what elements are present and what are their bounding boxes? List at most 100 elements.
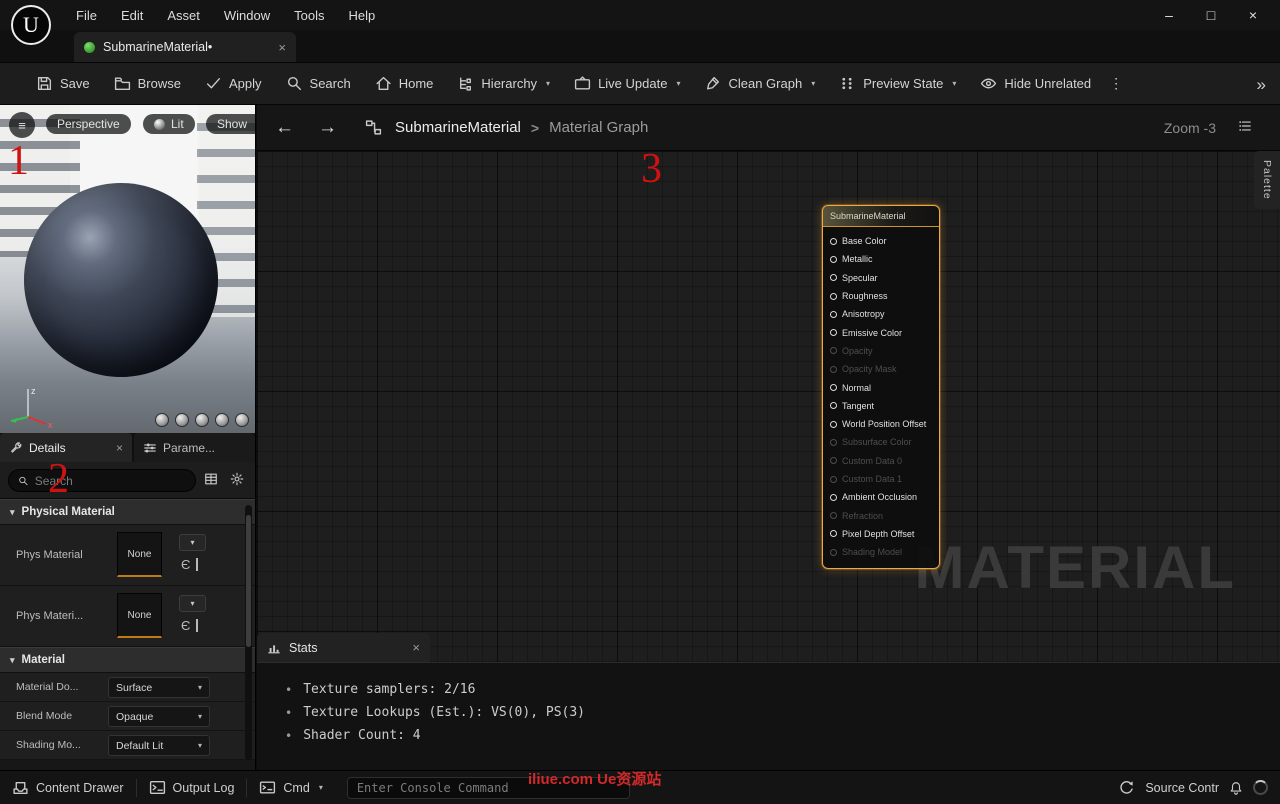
browse-button[interactable]: Browse	[102, 63, 193, 104]
hierarchy-button[interactable]: Hierarchy ▾	[445, 63, 562, 104]
blend-mode-dropdown[interactable]: Opaque ▾	[108, 706, 210, 727]
axis-gizmo: z x	[10, 386, 53, 430]
display-filter-button[interactable]	[204, 472, 218, 486]
phys-material-mask-asset-picker[interactable]: None	[117, 593, 162, 638]
back-button[interactable]: ←	[263, 117, 306, 139]
gear-icon	[230, 472, 244, 486]
pin-anisotropy[interactable]: Anisotropy	[823, 305, 939, 323]
tab-parameters[interactable]: Parame...	[134, 433, 255, 462]
material-result-node[interactable]: SubmarineMaterial Base Color Metallic Sp…	[822, 205, 940, 570]
preview-state-icon	[842, 77, 852, 90]
pin-circle-icon	[830, 384, 837, 392]
live-update-button[interactable]: Live Update ▾	[562, 63, 692, 104]
menu-window[interactable]: Window	[212, 4, 282, 27]
asset-dropdown-button[interactable]: ▾	[179, 534, 206, 551]
hide-unrelated-options-button[interactable]: ⋮	[1103, 75, 1129, 92]
list-icon	[1239, 121, 1251, 131]
menu-file[interactable]: File	[64, 4, 109, 27]
minimize-button[interactable]: –	[1148, 7, 1190, 23]
lit-mode-button[interactable]: Lit	[143, 114, 195, 134]
home-button[interactable]: Home	[363, 63, 446, 104]
phys-material-asset-picker[interactable]: None	[117, 532, 162, 577]
save-icon	[37, 76, 52, 91]
stats-panel: • Texture samplers: 2/16 • Texture Lookups…	[257, 662, 1280, 770]
parameters-tab-label: Parame...	[163, 440, 216, 455]
maximize-button[interactable]: □	[1190, 7, 1232, 23]
hierarchy-icon	[460, 77, 472, 91]
preview-shape-custom-button[interactable]	[235, 413, 249, 427]
unreal-logo-icon[interactable]: U	[11, 5, 51, 45]
cmd-dropdown-button[interactable]: Cmd ▾	[247, 771, 334, 804]
breadcrumb-root[interactable]: SubmarineMaterial	[395, 119, 521, 136]
pin-tangent[interactable]: Tangent	[823, 397, 939, 415]
preview-shape-cylinder-button[interactable]	[155, 413, 169, 427]
search-button[interactable]: Search	[274, 63, 363, 104]
pin-base-color[interactable]: Base Color	[823, 232, 939, 250]
pin-roughness[interactable]: Roughness	[823, 287, 939, 305]
clean-graph-button[interactable]: Clean Graph ▾	[692, 63, 827, 104]
apply-button[interactable]: Apply	[193, 63, 274, 104]
details-tab-close-icon[interactable]: ×	[116, 441, 123, 455]
pin-ambient-occlusion[interactable]: Ambient Occlusion	[823, 488, 939, 506]
pin-metallic[interactable]: Metallic	[823, 250, 939, 268]
property-label: Shading Mo...	[16, 739, 81, 751]
preview-state-button[interactable]: Preview State ▾	[827, 63, 968, 104]
node-pins: Base Color Metallic Specular Roughness A…	[823, 227, 939, 568]
bell-icon[interactable]	[1229, 781, 1243, 795]
stats-close-icon[interactable]: ×	[412, 640, 420, 655]
preview-viewport[interactable]: ≡ Perspective Lit Show z x	[0, 105, 256, 433]
shading-model-dropdown[interactable]: Default Lit ▾	[108, 735, 210, 756]
preview-shape-plane-button[interactable]	[195, 413, 209, 427]
material-domain-row: Material Do... Surface ▾	[0, 673, 255, 702]
show-menu-button[interactable]: Show	[206, 114, 255, 134]
output-log-icon	[149, 780, 165, 795]
apply-icon	[206, 78, 221, 89]
details-scrollbar[interactable]	[245, 505, 252, 760]
palette-tab[interactable]: Palette	[1254, 151, 1280, 209]
details-settings-button[interactable]	[230, 472, 244, 486]
menu-asset[interactable]: Asset	[155, 4, 212, 27]
use-selected-asset-button[interactable]: Є	[181, 618, 199, 633]
pin-pixel-depth-offset[interactable]: Pixel Depth Offset	[823, 525, 939, 543]
preview-shape-cube-button[interactable]	[215, 413, 229, 427]
chevron-down-icon: ▾	[811, 79, 816, 88]
perspective-button[interactable]: Perspective	[46, 114, 131, 134]
tab-submarinematerial[interactable]: SubmarineMaterial• ×	[74, 32, 296, 62]
source-control-label[interactable]: Source Contr	[1145, 781, 1219, 795]
stats-tab[interactable]: Stats ×	[257, 633, 430, 662]
save-button[interactable]: Save	[24, 63, 102, 104]
viewport-menu-button[interactable]: ≡	[9, 112, 35, 138]
forward-button[interactable]: →	[306, 117, 349, 139]
tab-close-icon[interactable]: ×	[278, 40, 286, 55]
asset-value: None	[127, 548, 152, 560]
content-drawer-button[interactable]: Content Drawer	[0, 771, 136, 804]
pin-normal[interactable]: Normal	[823, 378, 939, 396]
section-expand-icon: ▾	[10, 506, 15, 517]
asset-dropdown-button[interactable]: ▾	[179, 595, 206, 612]
pin-world-position-offset[interactable]: World Position Offset	[823, 415, 939, 433]
use-selected-asset-button[interactable]: Є	[181, 557, 199, 572]
details-scrollbar-thumb[interactable]	[246, 515, 251, 647]
preview-shape-sphere-button[interactable]	[175, 413, 189, 427]
menu-help[interactable]: Help	[336, 4, 387, 27]
close-button[interactable]: ×	[1232, 7, 1274, 23]
output-log-button[interactable]: Output Log	[137, 771, 247, 804]
pin-emissive-color[interactable]: Emissive Color	[823, 323, 939, 341]
menu-edit[interactable]: Edit	[109, 4, 155, 27]
pin-circle-icon	[830, 475, 837, 483]
lit-sphere-icon	[154, 118, 165, 130]
material-graph-panel: ← → SubmarineMaterial > Material Graph Z…	[257, 105, 1280, 770]
details-search-box[interactable]	[8, 469, 196, 492]
section-physical-material[interactable]: ▾ Physical Material	[0, 499, 255, 525]
toolbar-overflow-button[interactable]: »	[1251, 63, 1272, 106]
pin-circle-icon	[830, 310, 837, 318]
breadcrumb-current[interactable]: Material Graph	[549, 119, 648, 136]
pin-specular[interactable]: Specular	[823, 269, 939, 287]
material-domain-dropdown[interactable]: Surface ▾	[108, 677, 210, 698]
section-material[interactable]: ▾ Material	[0, 647, 255, 673]
pin-circle-icon	[830, 457, 837, 465]
menu-tools[interactable]: Tools	[282, 4, 336, 27]
hide-unrelated-button[interactable]: Hide Unrelated	[968, 63, 1103, 104]
graph-outline-button[interactable]	[1238, 119, 1252, 133]
stats-line: • Texture Lookups (Est.): VS(0), PS(3)	[285, 705, 585, 720]
